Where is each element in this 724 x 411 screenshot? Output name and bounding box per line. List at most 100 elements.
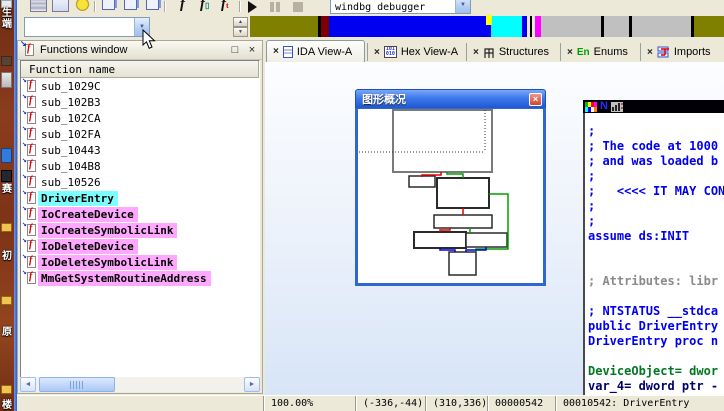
close-icon[interactable]: × [647,47,653,58]
spin-up-button[interactable]: ▲ [233,17,248,27]
close-icon[interactable]: × [473,47,479,58]
calculator-icon[interactable] [30,0,47,12]
function-name: sub_102FA [41,127,101,141]
debugger-combo[interactable]: windbg debugger ▼ [330,0,471,14]
node-color-palette-icon[interactable] [585,101,597,112]
scroll-left-button[interactable]: ◄ [20,377,36,392]
graph-canvas[interactable]: 图形概况 × N ;; The code at 1000; and was lo… [265,62,724,395]
function-row[interactable]: ↘ f sub_102FA [21,123,259,142]
navigation-marker [486,15,492,25]
tab-label: Enums [593,46,628,58]
folder-icon[interactable] [1,296,12,305]
desktop-icon-label[interactable]: 初 [0,251,14,262]
functions-window-caption[interactable]: ↘ f Functions window □ × [18,39,262,60]
disassembly-node[interactable]: ;; The code at 1000; and was loaded b;; … [583,113,724,395]
function-list[interactable]: ↘ f sub_1029C ↘ f sub_102B3 ↘ f sub_102CA ↘ f sub_1… [21,75,259,286]
document-icon [282,45,293,58]
desktop-icon-label[interactable]: 楼 [0,400,14,411]
function-row[interactable]: ↘ f IoCreateDevice [21,203,259,222]
function-type-icon[interactable]: ft [221,0,238,13]
desktop-icon-label[interactable]: 赛 [0,184,14,195]
horizontal-scrollbar[interactable]: ◄ ► [20,377,260,392]
function-name: IoDeleteDevice [38,238,138,254]
tab-imports[interactable]: × Imports [640,43,723,61]
function-name: sub_10443 [41,143,101,157]
close-icon[interactable]: × [529,92,542,106]
function-row[interactable]: ↘ f sub_1029C [21,75,259,94]
desktop-icon[interactable] [1,148,12,163]
stop-icon[interactable] [293,2,303,12]
recycle-bin-icon[interactable] [1,72,12,88]
scroll-right-button[interactable]: ► [244,377,260,392]
desktop-icon[interactable] [1,170,12,182]
column-header-function-name[interactable]: Function name [21,61,259,78]
desktop-icon-label[interactable]: 原 [0,327,14,338]
overview-node [408,175,436,188]
function-row[interactable]: ↘ f sub_102CA [21,107,259,126]
disassembly-line [588,259,724,274]
disassembly-line: ; [588,214,596,228]
window-icon[interactable] [102,0,115,10]
overview-node [392,109,493,173]
close-icon[interactable]: × [567,47,573,58]
status-cells: 100.00% (-336,-44) (310,336) 00000542 000105… [17,396,724,411]
disassembly-line: public DriverEntry [588,319,719,333]
overview-node [436,177,490,209]
band-segment [632,16,691,37]
close-icon[interactable]: × [273,46,279,57]
desktop-icon-label[interactable]: 生 [0,8,14,19]
function-row[interactable]: ↘ f sub_102B3 [21,91,259,110]
disassembly-lines: ;; The code at 1000; and was loaded b;; … [585,113,724,394]
window-list-icon[interactable] [146,0,159,10]
maximize-button[interactable]: □ [228,44,242,57]
options-gear-icon[interactable] [74,0,91,12]
close-icon[interactable]: × [374,47,380,58]
desktop-icon[interactable] [1,0,12,8]
imports-icon [657,46,669,57]
window-copy-icon[interactable] [124,0,137,10]
scrollbar-thumb[interactable] [39,377,115,392]
search-combo[interactable]: ▼ [24,17,150,37]
function-row[interactable]: ↘ f DriverEntry [21,187,259,206]
run-debugger-icon[interactable] [248,1,257,13]
node-chart-icon[interactable] [610,101,623,112]
ida-pro-screen: 生 端 赛 初 原 楼 f f▯ ft windbg debugger ▼ ▼ … [0,0,724,411]
function-row[interactable]: ↘ f MmGetSystemRoutineAddress [21,267,259,286]
function-row[interactable]: ↘ f IoCreateSymbolicLink [21,219,259,238]
pause-icon[interactable] [270,2,280,12]
folder-icon[interactable] [1,385,12,394]
tab-structures[interactable]: × Structures [466,43,558,61]
overview-title: 图形概况 [362,94,406,106]
folder-icon[interactable] [1,223,12,232]
function-row[interactable]: ↘ f sub_10443 [21,139,259,158]
function-icon: ↘ f [22,267,38,285]
desktop-icon-label[interactable]: 端 [0,19,14,30]
tab-label: Structures [498,46,549,58]
toolbar-separator [164,1,166,12]
overview-graph[interactable] [358,109,543,281]
status-cell: 00010542: DriverEntry [555,396,724,411]
function-row[interactable]: ↘ f sub_10526 [21,171,259,190]
overview-node [448,251,477,276]
tab-hex-view-a[interactable]: × 101 010 Hex View-A [367,43,464,61]
chevron-down-icon[interactable]: ▼ [455,0,470,13]
disassembly-line: ; <<<< IT MAY CON [588,184,724,198]
function-struct-icon[interactable]: f▯ [200,0,217,13]
desktop-icon[interactable] [1,56,12,66]
overview-titlebar[interactable]: 图形概况 × [355,89,546,108]
node-name-icon[interactable]: N [600,101,608,112]
tab-enums[interactable]: × En Enums [560,43,638,61]
status-cell [17,396,263,411]
create-function-icon[interactable]: f [180,0,197,13]
function-row[interactable]: ↘ f sub_104B8 [21,155,259,174]
spin-down-button[interactable]: ▼ [233,27,248,37]
tab-ida-view-a[interactable]: × IDA View-A [266,40,365,62]
overview-body[interactable] [355,108,546,286]
script-icon[interactable] [52,0,69,12]
tab-label: IDA View-A [296,45,353,58]
function-name: sub_104B8 [41,159,101,173]
function-row[interactable]: ↘ f IoDeleteDevice [21,235,259,254]
close-button[interactable]: × [245,44,259,57]
function-row[interactable]: ↘ f IoDeleteSymbolicLink [21,251,259,270]
function-name: sub_10526 [41,175,101,189]
